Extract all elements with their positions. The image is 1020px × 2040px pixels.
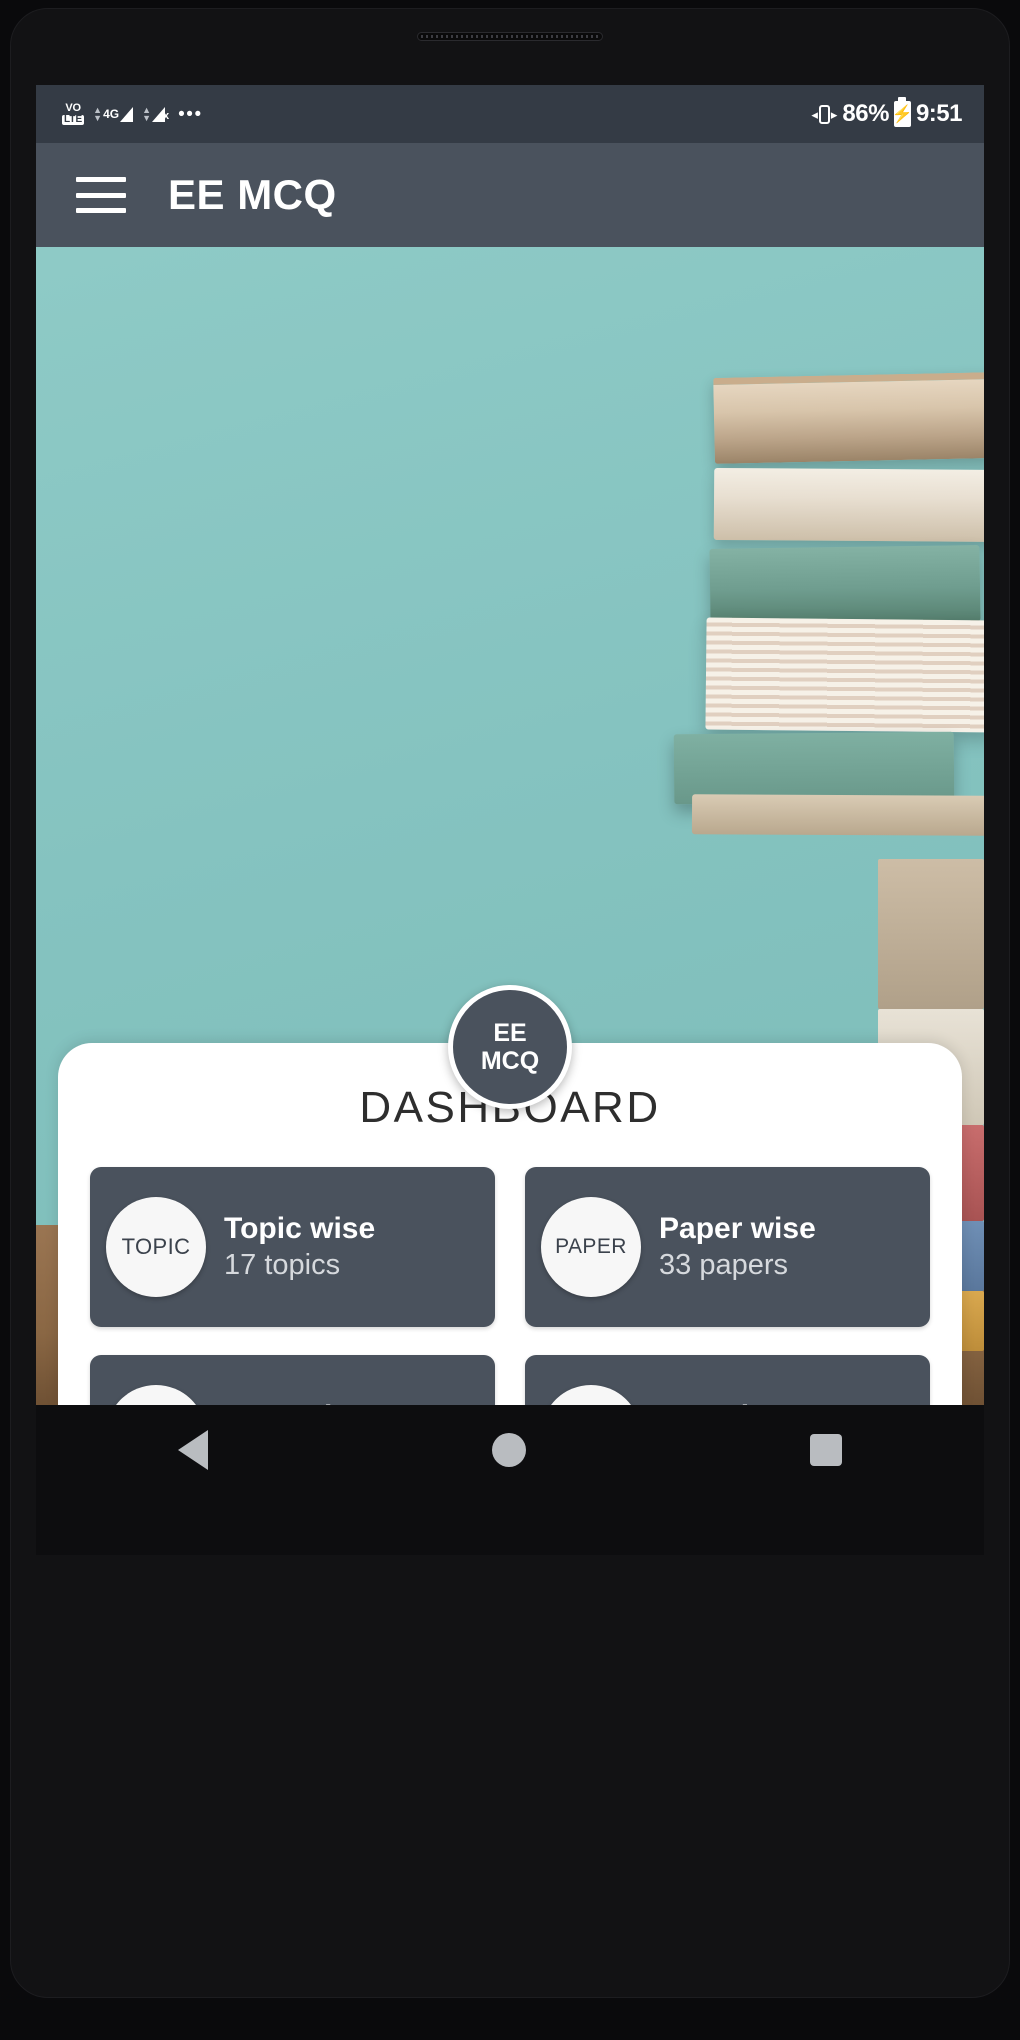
status-clock: 9:51 bbox=[915, 100, 963, 127]
hero-book-2 bbox=[713, 467, 984, 543]
battery-percent-label: 86% bbox=[842, 100, 889, 127]
tile-paper-sub: 33 papers bbox=[659, 1248, 788, 1281]
tile-paper-label: Paper wise bbox=[659, 1212, 816, 1246]
tile-favourite-text: Favourite No que. bbox=[224, 1399, 359, 1405]
volte-icon: VO LTE bbox=[62, 102, 85, 125]
search-icon bbox=[541, 1385, 641, 1405]
tile-paper-wise[interactable]: PAPER Paper wise 33 papers bbox=[525, 1167, 930, 1327]
hero-book-3 bbox=[709, 545, 981, 625]
hero-book-6 bbox=[691, 794, 984, 836]
signal-bars-icon bbox=[120, 106, 134, 122]
app-title: EE MCQ bbox=[168, 171, 337, 218]
phone-device-frame: VO LTE ▲ ▼ 4G ▲ ▼ x ••• ◂ ▸ 86% ⚡ 9:51 E… bbox=[0, 0, 1020, 2040]
sim1-signal-icon: ▲ ▼ 4G bbox=[93, 104, 134, 123]
volte-bottom-label: LTE bbox=[62, 114, 85, 125]
hamburger-menu-icon[interactable] bbox=[76, 177, 126, 213]
paper-badge-icon: PAPER bbox=[541, 1197, 641, 1297]
avatar[interactable]: EE MCQ bbox=[448, 985, 572, 1109]
topic-badge-icon: TOPIC bbox=[106, 1197, 206, 1297]
tile-topic-text: Topic wise 17 topics bbox=[224, 1211, 375, 1283]
status-overflow-icon: ••• bbox=[178, 103, 203, 125]
volte-top-label: VO bbox=[65, 102, 81, 114]
data-arrows-icon-2: ▲ ▼ bbox=[142, 104, 152, 123]
vibrate-icon: ◂ ▸ bbox=[811, 104, 838, 124]
hero-header-image: DASHBOARD TOPIC Topic wise 17 topics bbox=[36, 247, 984, 1405]
avatar-line-2: MCQ bbox=[480, 1047, 540, 1075]
tile-search[interactable]: Search 3043 ques. bbox=[525, 1355, 930, 1405]
tile-topic-label: Topic wise bbox=[224, 1212, 376, 1246]
star-icon bbox=[106, 1385, 206, 1405]
android-nav-bar bbox=[36, 1405, 984, 1495]
phone-screen: VO LTE ▲ ▼ 4G ▲ ▼ x ••• ◂ ▸ 86% ⚡ 9:51 E… bbox=[36, 85, 984, 1405]
data-arrows-icon: ▲ ▼ bbox=[93, 104, 103, 123]
tile-topic-wise[interactable]: TOPIC Topic wise 17 topics bbox=[90, 1167, 495, 1327]
sim2-signal-icon: ▲ ▼ x bbox=[142, 104, 170, 123]
tile-search-text: Search 3043 ques. bbox=[659, 1399, 803, 1405]
network-type-label: 4G bbox=[103, 106, 120, 121]
hero-spine-1 bbox=[878, 859, 984, 1009]
tile-paper-text: Paper wise 33 papers bbox=[659, 1211, 816, 1283]
bottom-bezel bbox=[36, 1495, 984, 1555]
status-bar-left: VO LTE ▲ ▼ 4G ▲ ▼ x ••• bbox=[62, 103, 203, 125]
tile-favourite-label: Favourite bbox=[224, 1399, 359, 1405]
home-button[interactable] bbox=[492, 1433, 526, 1467]
topic-badge-label: TOPIC bbox=[121, 1233, 191, 1259]
hero-book-1 bbox=[713, 372, 984, 464]
tile-search-label: Search bbox=[659, 1399, 803, 1405]
paper-badge-label: PAPER bbox=[555, 1235, 627, 1259]
avatar-line-1: EE bbox=[493, 1019, 527, 1047]
app-bar: EE MCQ bbox=[36, 143, 984, 247]
sim-no-service-label: x bbox=[163, 109, 170, 122]
back-button[interactable] bbox=[178, 1430, 208, 1470]
recents-button[interactable] bbox=[810, 1434, 842, 1466]
tile-favourite[interactable]: Favourite No que. bbox=[90, 1355, 495, 1405]
status-bar-right: ◂ ▸ 86% ⚡ 9:51 bbox=[811, 100, 963, 128]
speaker-grille bbox=[421, 35, 599, 38]
tile-topic-sub: 17 topics bbox=[224, 1248, 341, 1281]
status-bar: VO LTE ▲ ▼ 4G ▲ ▼ x ••• ◂ ▸ 86% ⚡ 9:51 bbox=[36, 85, 984, 143]
battery-charging-icon: ⚡ bbox=[892, 101, 913, 127]
dashboard-tile-grid: TOPIC Topic wise 17 topics PAPER Paper w… bbox=[58, 1167, 962, 1405]
hero-book-4 bbox=[705, 617, 984, 733]
